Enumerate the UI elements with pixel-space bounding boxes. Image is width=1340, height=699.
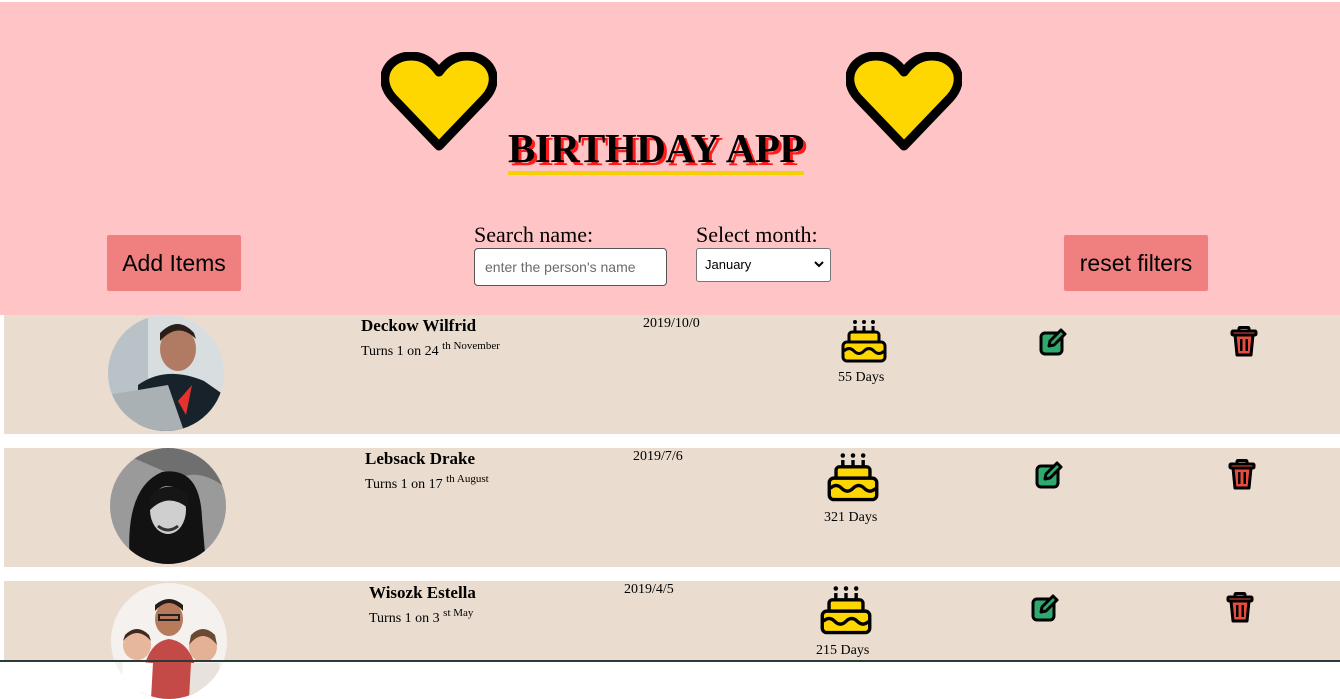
edit-icon[interactable] [1030,593,1060,623]
avatar [111,583,227,699]
days-remaining: 215 Days [816,643,870,658]
cake-icon [841,320,887,363]
add-items-button[interactable]: Add Items [107,235,241,291]
avatar [110,448,226,564]
turns-text: Turns 1 on 3 st May [369,607,474,626]
person-name: Wisozk Estella [369,583,476,602]
days-remaining: 55 Days [838,370,885,385]
list-item: Lebsack Drake Turns 1 on 17 th August 20… [4,448,1340,567]
row-divider [4,434,1340,448]
birth-date: 2019/7/6 [633,449,683,464]
birth-date: 2019/10/0 [643,316,700,331]
search-input[interactable] [474,248,667,286]
heart-icon [381,52,497,151]
edit-icon[interactable] [1038,327,1068,357]
search-label: Search name: [474,222,594,247]
cake-icon [827,453,879,502]
month-select-value: January [705,257,752,272]
heart-icon [846,52,962,151]
days-remaining: 321 Days [824,510,878,525]
list-item: Wisozk Estella Turns 1 on 3 st May 2019/… [4,581,1340,699]
person-name: Lebsack Drake [365,449,476,468]
person-name: Deckow Wilfrid [361,316,477,335]
cake-icon [820,586,872,635]
edit-icon[interactable] [1034,460,1064,490]
avatar [108,315,224,431]
row-divider [4,567,1340,581]
month-select[interactable]: January [696,248,831,282]
reset-filters-button[interactable]: reset filters [1064,235,1208,291]
list-item: Deckow Wilfrid Turns 1 on 24 th November… [4,315,1340,434]
trash-icon[interactable] [1228,459,1256,491]
app-title: BIRTHDAY APP [508,126,804,175]
trash-icon[interactable] [1230,326,1258,358]
trash-icon[interactable] [1226,592,1254,624]
birth-date: 2019/4/5 [624,582,674,597]
turns-text: Turns 1 on 24 th November [361,340,500,359]
chevron-down-icon [814,261,824,268]
month-label: Select month: [696,222,818,247]
turns-text: Turns 1 on 17 th August [365,473,489,492]
